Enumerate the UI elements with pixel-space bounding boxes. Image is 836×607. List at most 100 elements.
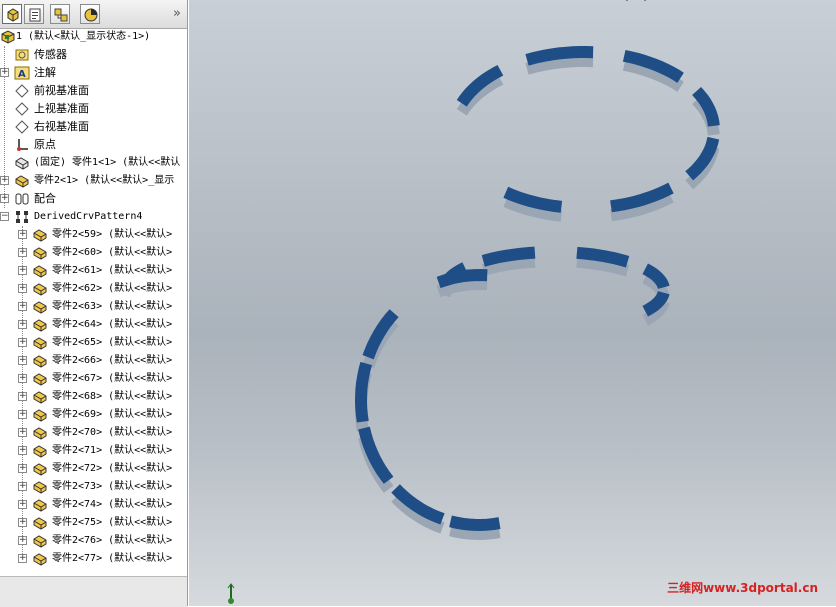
plane-icon xyxy=(15,120,29,134)
graphics-area[interactable]: 三维网www.3dportal.cn xyxy=(189,0,836,606)
expand-toggle[interactable]: + xyxy=(18,464,27,473)
part-icon xyxy=(15,157,29,170)
expand-toggle[interactable]: + xyxy=(18,410,27,419)
feature-manager-tab[interactable] xyxy=(2,4,22,24)
tree-item-label: (固定) 零件1<1> (默认<<默认 xyxy=(34,157,181,168)
display-manager-tab[interactable] xyxy=(80,4,100,24)
more-tabs-button[interactable]: » xyxy=(173,6,181,21)
part-icon xyxy=(33,427,47,440)
expand-toggle[interactable]: + xyxy=(18,428,27,437)
feature-manager-panel: » 1 (默认<默认_显示状态-1>) 传感器 + A 注解 前视基准面 上视基… xyxy=(0,0,188,607)
expand-toggle[interactable]: + xyxy=(18,284,27,293)
pattern-icon xyxy=(16,211,28,223)
part-icon xyxy=(33,463,47,476)
expand-toggle[interactable]: + xyxy=(18,446,27,455)
ring-segment[interactable] xyxy=(449,515,501,532)
tree-item-label: 注解 xyxy=(34,66,56,79)
plane-icon xyxy=(15,84,29,98)
part-icon xyxy=(33,535,47,548)
appearance-icon xyxy=(84,8,98,22)
expand-toggle[interactable]: + xyxy=(0,68,9,77)
tree-item-label: 传感器 xyxy=(34,48,67,61)
ring-segment[interactable] xyxy=(358,426,394,484)
expand-toggle[interactable]: + xyxy=(18,500,27,509)
coordinate-triad-icon xyxy=(227,583,235,604)
part-icon xyxy=(33,301,47,314)
expand-toggle[interactable]: + xyxy=(18,392,27,401)
part-icon xyxy=(33,229,47,242)
expand-toggle[interactable]: + xyxy=(18,356,27,365)
tree-item-label: 前视基准面 xyxy=(34,84,89,97)
part-icon xyxy=(33,445,47,458)
pattern-instance-label: 零件2<71> (默认<<默认> xyxy=(52,445,173,456)
expand-toggle[interactable]: + xyxy=(18,518,27,527)
part-icon xyxy=(33,373,47,386)
tree-item-label: 上视基准面 xyxy=(34,102,89,115)
expand-toggle[interactable]: + xyxy=(0,194,9,203)
expand-toggle[interactable]: + xyxy=(18,302,27,311)
pattern-instance-label: 零件2<75> (默认<<默认> xyxy=(52,517,173,528)
configuration-manager-tab[interactable] xyxy=(50,4,70,24)
expand-toggle[interactable]: + xyxy=(18,374,27,383)
part-icon xyxy=(33,337,47,350)
feature-tree-icon xyxy=(7,8,19,22)
expand-toggle[interactable]: + xyxy=(18,482,27,491)
expand-toggle[interactable]: + xyxy=(18,320,27,329)
part-icon xyxy=(15,175,29,188)
feature-tree: 1 (默认<默认_显示状态-1>) 传感器 + A 注解 前视基准面 上视基准面… xyxy=(0,28,187,576)
tree-item-label: DerivedCrvPattern4 xyxy=(34,211,143,222)
part-icon xyxy=(33,481,47,494)
svg-text:A: A xyxy=(18,69,26,80)
tree-root-label: 1 (默认<默认_显示状态-1>) xyxy=(16,31,151,42)
pattern-instance-label: 零件2<64> (默认<<默认> xyxy=(52,319,173,330)
pattern-instance-label: 零件2<76> (默认<<默认> xyxy=(52,535,173,546)
pattern-instance-label: 零件2<70> (默认<<默认> xyxy=(52,427,173,438)
pattern-instance-label: 零件2<72> (默认<<默认> xyxy=(52,463,173,474)
collapse-toggle[interactable]: − xyxy=(0,212,9,221)
expand-toggle[interactable]: + xyxy=(18,554,27,563)
property-manager-tab[interactable] xyxy=(24,4,44,24)
expand-toggle[interactable]: + xyxy=(18,338,27,347)
expand-toggle[interactable]: + xyxy=(18,536,27,545)
part-icon xyxy=(33,265,47,278)
mates-icon xyxy=(15,193,29,205)
view-toolbar-fragment xyxy=(626,0,646,2)
panel-tab-bar: » xyxy=(0,0,187,29)
pattern-instance-label: 零件2<69> (默认<<默认> xyxy=(52,409,173,420)
tree-item-label: 原点 xyxy=(34,138,56,151)
origin-icon xyxy=(17,139,28,151)
pattern-instance-label: 零件2<67> (默认<<默认> xyxy=(52,373,173,384)
pattern-instance-label: 零件2<77> (默认<<默认> xyxy=(52,553,173,564)
pattern-instance-label: 零件2<74> (默认<<默认> xyxy=(52,499,173,510)
plane-icon xyxy=(15,102,29,116)
pattern-instance-label: 零件2<68> (默认<<默认> xyxy=(52,391,173,402)
property-sheet-icon xyxy=(29,8,41,22)
pattern-instance-label: 零件2<66> (默认<<默认> xyxy=(52,355,173,366)
tree-item-label: 零件2<1> (默认<<默认>_显示 xyxy=(34,175,175,186)
part-icon xyxy=(33,355,47,368)
assembly-icon xyxy=(1,30,15,44)
expand-toggle[interactable]: + xyxy=(18,230,27,239)
part-icon xyxy=(33,517,47,530)
pattern-instance-label: 零件2<61> (默认<<默认> xyxy=(52,265,173,276)
pattern-instance-label: 零件2<65> (默认<<默认> xyxy=(52,337,173,348)
model-view[interactable] xyxy=(189,0,836,606)
configuration-icon xyxy=(54,8,68,22)
part-icon xyxy=(33,283,47,296)
tree-item-label: 右视基准面 xyxy=(34,120,89,133)
part-icon xyxy=(33,553,47,566)
part-icon xyxy=(33,499,47,512)
pattern-instance-label: 零件2<63> (默认<<默认> xyxy=(52,301,173,312)
sensor-icon xyxy=(15,49,29,61)
part-icon xyxy=(33,247,47,260)
pattern-instance-label: 零件2<73> (默认<<默认> xyxy=(52,481,173,492)
expand-toggle[interactable]: + xyxy=(0,176,9,185)
expand-toggle[interactable]: + xyxy=(18,266,27,275)
pattern-instance-label: 零件2<59> (默认<<默认> xyxy=(52,229,173,240)
pattern-instance-label: 零件2<60> (默认<<默认> xyxy=(52,247,173,258)
ring-segment[interactable] xyxy=(354,361,372,423)
watermark: 三维网www.3dportal.cn xyxy=(667,581,818,595)
expand-toggle[interactable]: + xyxy=(18,248,27,257)
pattern-instance-label: 零件2<62> (默认<<默认> xyxy=(52,283,173,294)
annotation-icon: A xyxy=(14,66,30,80)
